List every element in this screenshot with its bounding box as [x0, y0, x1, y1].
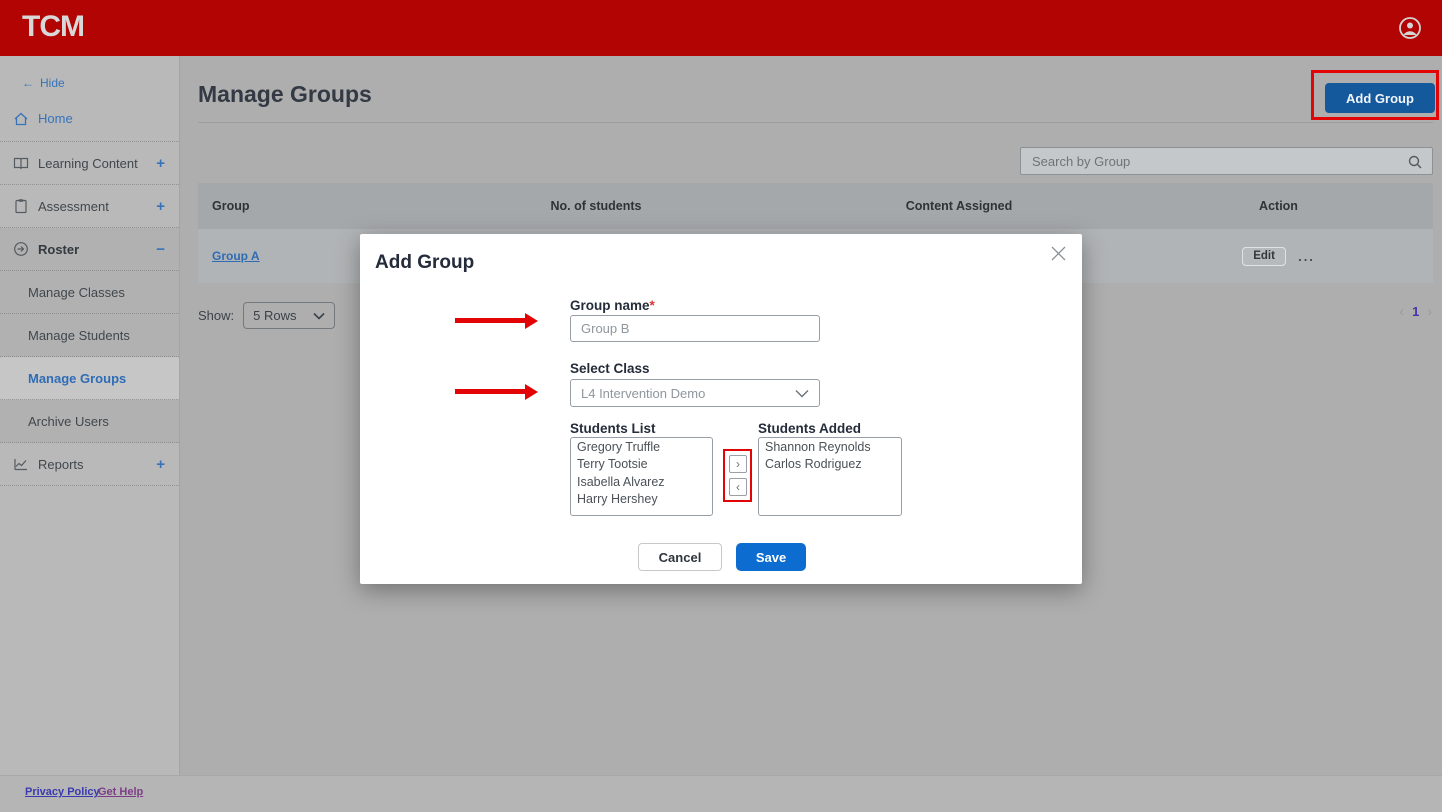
column-header-content: Content Assigned: [794, 199, 1124, 213]
top-bar: TCM: [0, 0, 1442, 56]
plus-icon[interactable]: +: [156, 456, 165, 473]
edit-button[interactable]: Edit: [1242, 247, 1286, 266]
list-item[interactable]: Shannon Reynolds: [765, 439, 895, 456]
action-cell: Edit ...: [1124, 247, 1433, 266]
show-label: Show:: [198, 308, 234, 323]
column-header-action: Action: [1124, 199, 1433, 213]
list-item[interactable]: Gregory Truffle: [577, 439, 706, 456]
required-asterisk: *: [650, 298, 655, 313]
search-icon[interactable]: [1407, 154, 1423, 170]
sidebar-item-roster[interactable]: Roster −: [0, 228, 179, 271]
sidebar-item-manage-classes[interactable]: Manage Classes: [0, 271, 179, 314]
students-list-label: Students List: [570, 421, 656, 436]
prev-page-icon[interactable]: ‹: [1399, 303, 1404, 319]
group-name-input[interactable]: [570, 315, 820, 342]
chart-icon: [13, 456, 29, 472]
page-number[interactable]: 1: [1412, 304, 1419, 319]
sidebar-item-reports[interactable]: Reports +: [0, 443, 179, 486]
clipboard-icon: [13, 198, 29, 214]
sidebar-item-manage-students[interactable]: Manage Students: [0, 314, 179, 357]
select-class-dropdown[interactable]: L4 Intervention Demo: [570, 379, 820, 407]
sidebar-item-manage-groups[interactable]: Manage Groups: [0, 357, 179, 400]
sidebar-item-archive-users[interactable]: Archive Users: [0, 400, 179, 443]
select-class-label: Select Class: [570, 361, 650, 376]
list-item[interactable]: Harry Hershey: [577, 491, 706, 508]
move-left-button[interactable]: ‹: [729, 478, 747, 496]
add-group-modal: Add Group Group name* Select Class L4 In…: [360, 234, 1082, 584]
pagination: ‹ 1 ›: [1399, 303, 1432, 319]
home-icon: [13, 111, 29, 127]
column-header-group: Group: [198, 199, 398, 213]
rows-per-page: Show: 5 Rows: [198, 302, 335, 329]
privacy-policy-link[interactable]: Privacy Policy: [25, 786, 100, 798]
move-right-button[interactable]: ›: [729, 455, 747, 473]
search-box: [1020, 147, 1433, 175]
add-group-button[interactable]: Add Group: [1325, 83, 1435, 113]
tcm-logo: TCM: [22, 10, 84, 44]
table-header-row: Group No. of students Content Assigned A…: [198, 183, 1433, 229]
sidebar-item-home[interactable]: Home: [0, 96, 179, 142]
sidebar-item-assessment[interactable]: Assessment +: [0, 185, 179, 228]
save-button[interactable]: Save: [736, 543, 806, 571]
students-added-box[interactable]: Shannon Reynolds Carlos Rodriguez: [758, 437, 902, 516]
sidebar-item-learning-content[interactable]: Learning Content +: [0, 142, 179, 185]
plus-icon[interactable]: +: [156, 155, 165, 172]
cancel-button[interactable]: Cancel: [638, 543, 722, 571]
list-item[interactable]: Isabella Alvarez: [577, 474, 706, 491]
roster-login-icon: [13, 241, 29, 257]
column-header-students: No. of students: [398, 199, 794, 213]
chevron-down-icon: [795, 389, 809, 398]
chevron-down-icon: [313, 312, 325, 320]
search-input[interactable]: [1021, 148, 1432, 174]
footer: Privacy Policy Get Help: [0, 775, 1442, 812]
sidebar: ← Hide Home Learning Content + Assessmen…: [0, 56, 180, 775]
next-page-icon[interactable]: ›: [1427, 303, 1432, 319]
get-help-link[interactable]: Get Help: [98, 786, 143, 798]
rows-per-page-select[interactable]: 5 Rows: [243, 302, 335, 329]
list-item[interactable]: Carlos Rodriguez: [765, 456, 895, 473]
students-list-box[interactable]: Gregory Truffle Terry Tootsie Isabella A…: [570, 437, 713, 516]
modal-title: Add Group: [375, 252, 474, 274]
annotation-arrow-select-class: [455, 389, 525, 394]
minus-icon[interactable]: −: [156, 241, 165, 258]
arrow-left-icon: ←: [22, 76, 34, 90]
close-icon[interactable]: [1050, 245, 1067, 262]
user-avatar-icon[interactable]: [1398, 16, 1422, 40]
book-icon: [13, 155, 29, 171]
list-item[interactable]: Terry Tootsie: [577, 456, 706, 473]
annotation-arrow-group-name: [455, 318, 525, 323]
page-title: Manage Groups: [198, 81, 372, 108]
group-name-label: Group name*: [570, 298, 655, 313]
students-added-label: Students Added: [758, 421, 861, 436]
plus-icon[interactable]: +: [156, 198, 165, 215]
sidebar-roster-group: Roster − Manage Classes Manage Students …: [0, 228, 179, 443]
more-options-icon[interactable]: ...: [1298, 249, 1315, 264]
sidebar-hide-link[interactable]: ← Hide: [0, 56, 179, 96]
title-divider: [198, 122, 1433, 123]
